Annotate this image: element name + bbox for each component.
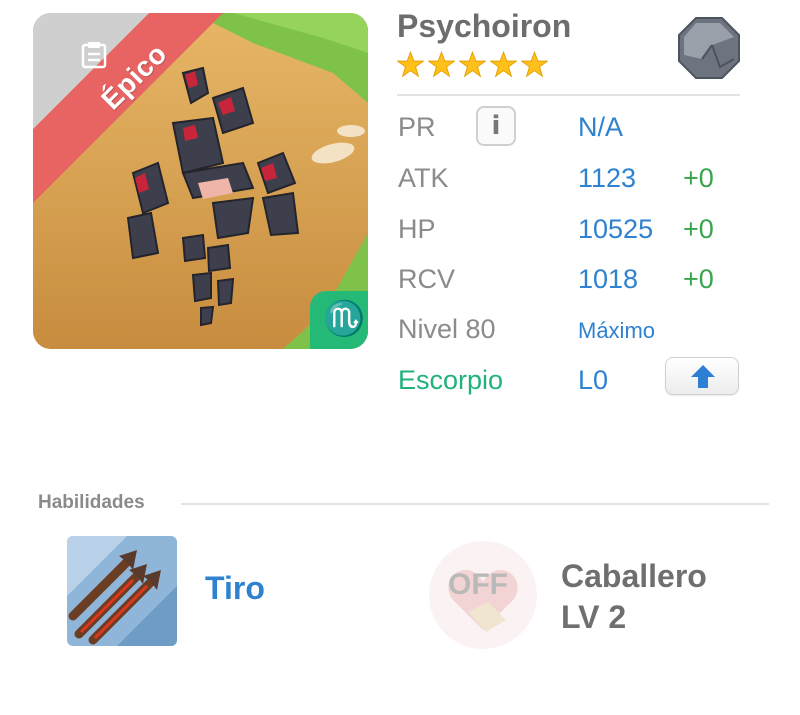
up-arrow-icon — [691, 365, 715, 388]
zodiac-level: L0 — [578, 365, 609, 395]
atk-bonus: +0 — [683, 163, 714, 193]
rcv-bonus: +0 — [683, 264, 714, 294]
atk-label: ATK — [398, 163, 449, 193]
header-divider — [397, 94, 740, 96]
pr-label: PR — [398, 112, 436, 142]
star-icon — [521, 51, 548, 78]
star-icon — [490, 51, 517, 78]
atk-value: 1123 — [578, 163, 637, 193]
scorpio-icon: ♏ — [310, 291, 368, 349]
skill-name-caballero-line1: Caballero — [561, 558, 707, 594]
rcv-value: 1018 — [578, 264, 639, 294]
zodiac-label: Escorpio — [398, 365, 504, 395]
level-value: Máximo — [578, 318, 656, 343]
skill-name-caballero: Caballero LV 2 — [561, 556, 707, 638]
skills-heading: Habilidades — [38, 492, 145, 513]
arrows-skill-icon[interactable] — [67, 536, 177, 646]
pr-value: N/A — [578, 112, 624, 142]
skills-divider — [181, 503, 769, 505]
stone-element-icon — [676, 15, 742, 81]
skill-name-tiro: Tiro — [205, 570, 265, 606]
info-icon: i — [491, 111, 501, 141]
monster-portrait[interactable]: Épico ♏ — [33, 13, 368, 349]
rcv-label: RCV — [398, 264, 456, 294]
star-icon — [459, 51, 486, 78]
skill-level-caballero: LV 2 — [561, 599, 627, 635]
hp-label: HP — [398, 214, 436, 244]
info-button[interactable]: i — [476, 106, 516, 146]
star-rating — [397, 51, 552, 79]
card-icon — [81, 41, 107, 69]
hp-bonus: +0 — [683, 214, 714, 244]
upgrade-button[interactable] — [665, 357, 739, 395]
hp-value: 10525 — [578, 214, 654, 244]
star-icon — [428, 51, 455, 78]
monster-name: Psychoiron — [397, 8, 572, 44]
level-label: Nivel 80 — [398, 314, 496, 344]
star-icon — [397, 51, 424, 78]
skill-off-badge: OFF — [448, 568, 508, 601]
